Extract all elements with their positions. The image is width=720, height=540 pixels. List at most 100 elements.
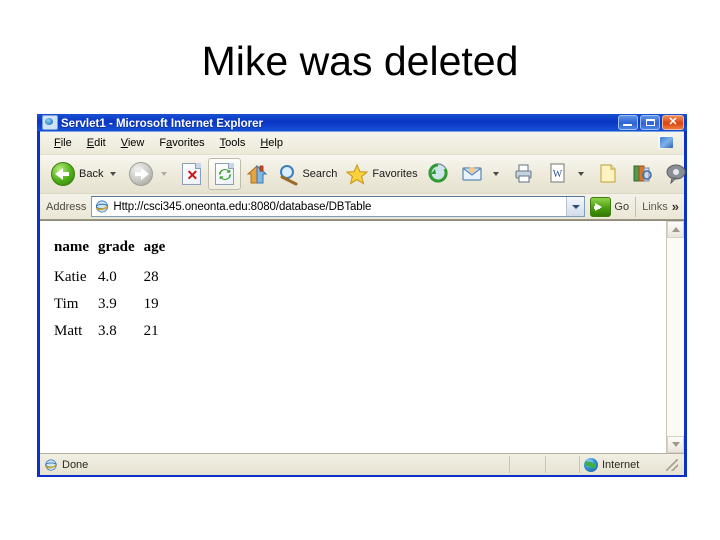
- window-titlebar[interactable]: Servlet1 - Microsoft Internet Explorer: [37, 114, 687, 131]
- scrollbar-track[interactable]: [667, 238, 684, 436]
- security-zone-pane[interactable]: Internet: [580, 456, 684, 473]
- menu-item-tools[interactable]: Tools: [213, 135, 254, 151]
- page-viewport: name grade age Katie 4.0 28 Tim 3.9 19 M…: [40, 220, 684, 453]
- cell-age: 19: [143, 296, 159, 312]
- research-icon: [630, 161, 656, 187]
- svg-text:W: W: [552, 169, 562, 180]
- research-button[interactable]: [626, 158, 660, 190]
- table-row: Tim 3.9 19: [54, 291, 174, 318]
- browser-client-area: File Edit View Favorites Tools Help Back: [40, 131, 687, 475]
- folder-button[interactable]: [592, 158, 626, 190]
- discuss-icon: [664, 161, 687, 187]
- search-button[interactable]: Search: [273, 158, 341, 190]
- menu-item-file[interactable]: File: [47, 135, 80, 151]
- refresh-icon: [215, 163, 235, 185]
- back-dropdown-caret[interactable]: [110, 172, 117, 176]
- folder-icon: [596, 161, 622, 187]
- column-header-grade: grade: [98, 239, 135, 255]
- address-label: Address: [46, 200, 87, 213]
- forward-button[interactable]: [124, 158, 175, 190]
- favorites-label: Favorites: [372, 168, 418, 180]
- cell-age: 21: [143, 323, 159, 339]
- menu-label-edit: dit: [94, 137, 106, 149]
- go-arrow-icon: [590, 196, 612, 217]
- discuss-button[interactable]: [660, 158, 687, 190]
- print-icon: [511, 161, 537, 187]
- ie-document-icon: [42, 115, 58, 130]
- status-bar: Done Internet: [40, 453, 684, 475]
- cell-grade: 3.8: [98, 323, 117, 339]
- ie-status-icon: [44, 458, 58, 472]
- scroll-up-arrow-icon[interactable]: [667, 221, 684, 238]
- menu-label-tools: ools: [225, 137, 246, 149]
- back-button[interactable]: Back: [46, 158, 124, 190]
- cell-grade: 4.0: [98, 269, 117, 285]
- address-bar: Address Http://csci345.oneonta.edu:8080/…: [40, 194, 684, 220]
- minimize-button[interactable]: [618, 115, 638, 130]
- cell-name: Tim: [54, 296, 79, 312]
- home-button[interactable]: [241, 158, 273, 190]
- page-title: Mike was deleted: [201, 38, 519, 84]
- search-label: Search: [302, 168, 338, 180]
- menu-bar: File Edit View Favorites Tools Help: [40, 132, 684, 155]
- favorites-star-icon: [345, 163, 369, 186]
- browser-window: Servlet1 - Microsoft Internet Explorer F…: [37, 114, 687, 477]
- print-button[interactable]: [507, 158, 541, 190]
- status-message-pane: Done: [40, 456, 510, 473]
- forward-dropdown-caret[interactable]: [161, 172, 168, 176]
- window-controls: [618, 115, 684, 130]
- address-dropdown-chevron-icon[interactable]: [566, 197, 585, 216]
- go-button[interactable]: Go: [590, 196, 630, 217]
- db-table-body: Katie 4.0 28 Tim 3.9 19 Matt 3.8 21: [54, 264, 174, 345]
- stop-icon: ✕: [182, 163, 202, 185]
- scroll-down-arrow-icon[interactable]: [667, 436, 684, 453]
- history-button[interactable]: [422, 158, 456, 190]
- status-message: Done: [62, 458, 89, 471]
- cell-age: 28: [143, 269, 159, 285]
- menu-item-help[interactable]: Help: [253, 135, 291, 151]
- forward-icon: [128, 161, 154, 187]
- table-row: Matt 3.8 21: [54, 318, 174, 345]
- close-button[interactable]: [662, 115, 684, 130]
- edit-word-icon: W: [545, 161, 571, 187]
- mail-icon: [460, 161, 486, 187]
- page-document: name grade age Katie 4.0 28 Tim 3.9 19 M…: [40, 221, 666, 453]
- back-label: Back: [79, 168, 104, 180]
- menu-item-view[interactable]: View: [114, 135, 153, 151]
- ie-page-icon: [94, 199, 110, 214]
- maximize-button[interactable]: [640, 115, 660, 130]
- chevron-double-right-icon[interactable]: »: [672, 200, 679, 213]
- edit-with-word-button[interactable]: W: [541, 158, 592, 190]
- menu-label-favorites: vorites: [172, 137, 205, 149]
- vertical-scrollbar[interactable]: [666, 221, 684, 453]
- menu-label-help: elp: [268, 137, 283, 149]
- mail-dropdown-caret[interactable]: [492, 172, 499, 176]
- status-pane-blank-1: [510, 456, 546, 473]
- column-header-age: age: [143, 239, 166, 255]
- table-header-row: name grade age: [54, 239, 174, 264]
- menu-item-favorites[interactable]: Favorites: [152, 135, 212, 151]
- status-pane-blank-2: [546, 456, 580, 473]
- cell-name: Katie: [54, 269, 87, 285]
- search-icon: [277, 163, 299, 186]
- go-label: Go: [614, 200, 630, 213]
- column-header-name: name: [54, 239, 89, 255]
- cell-grade: 3.9: [98, 296, 117, 312]
- toolbar-divider: [635, 196, 637, 217]
- globe-icon: [584, 457, 598, 472]
- menu-label-file: ile: [60, 137, 72, 149]
- favorites-button[interactable]: Favorites: [341, 158, 421, 190]
- navigation-toolbar: Back ✕ Search Favorites W: [40, 155, 687, 194]
- stop-button[interactable]: ✕: [175, 158, 208, 190]
- address-input[interactable]: Http://csci345.oneonta.edu:8080/database…: [91, 196, 586, 217]
- window-title: Servlet1 - Microsoft Internet Explorer: [61, 118, 263, 130]
- links-button[interactable]: Links: [642, 201, 668, 213]
- menu-item-edit[interactable]: Edit: [80, 135, 114, 151]
- security-zone-label: Internet: [602, 458, 640, 471]
- back-icon: [50, 161, 76, 187]
- mail-button[interactable]: [456, 158, 507, 190]
- edit-dropdown-caret[interactable]: [577, 172, 584, 176]
- db-table: name grade age Katie 4.0 28 Tim 3.9 19 M…: [54, 239, 174, 345]
- resize-grip[interactable]: [666, 458, 678, 471]
- refresh-button[interactable]: [208, 158, 242, 190]
